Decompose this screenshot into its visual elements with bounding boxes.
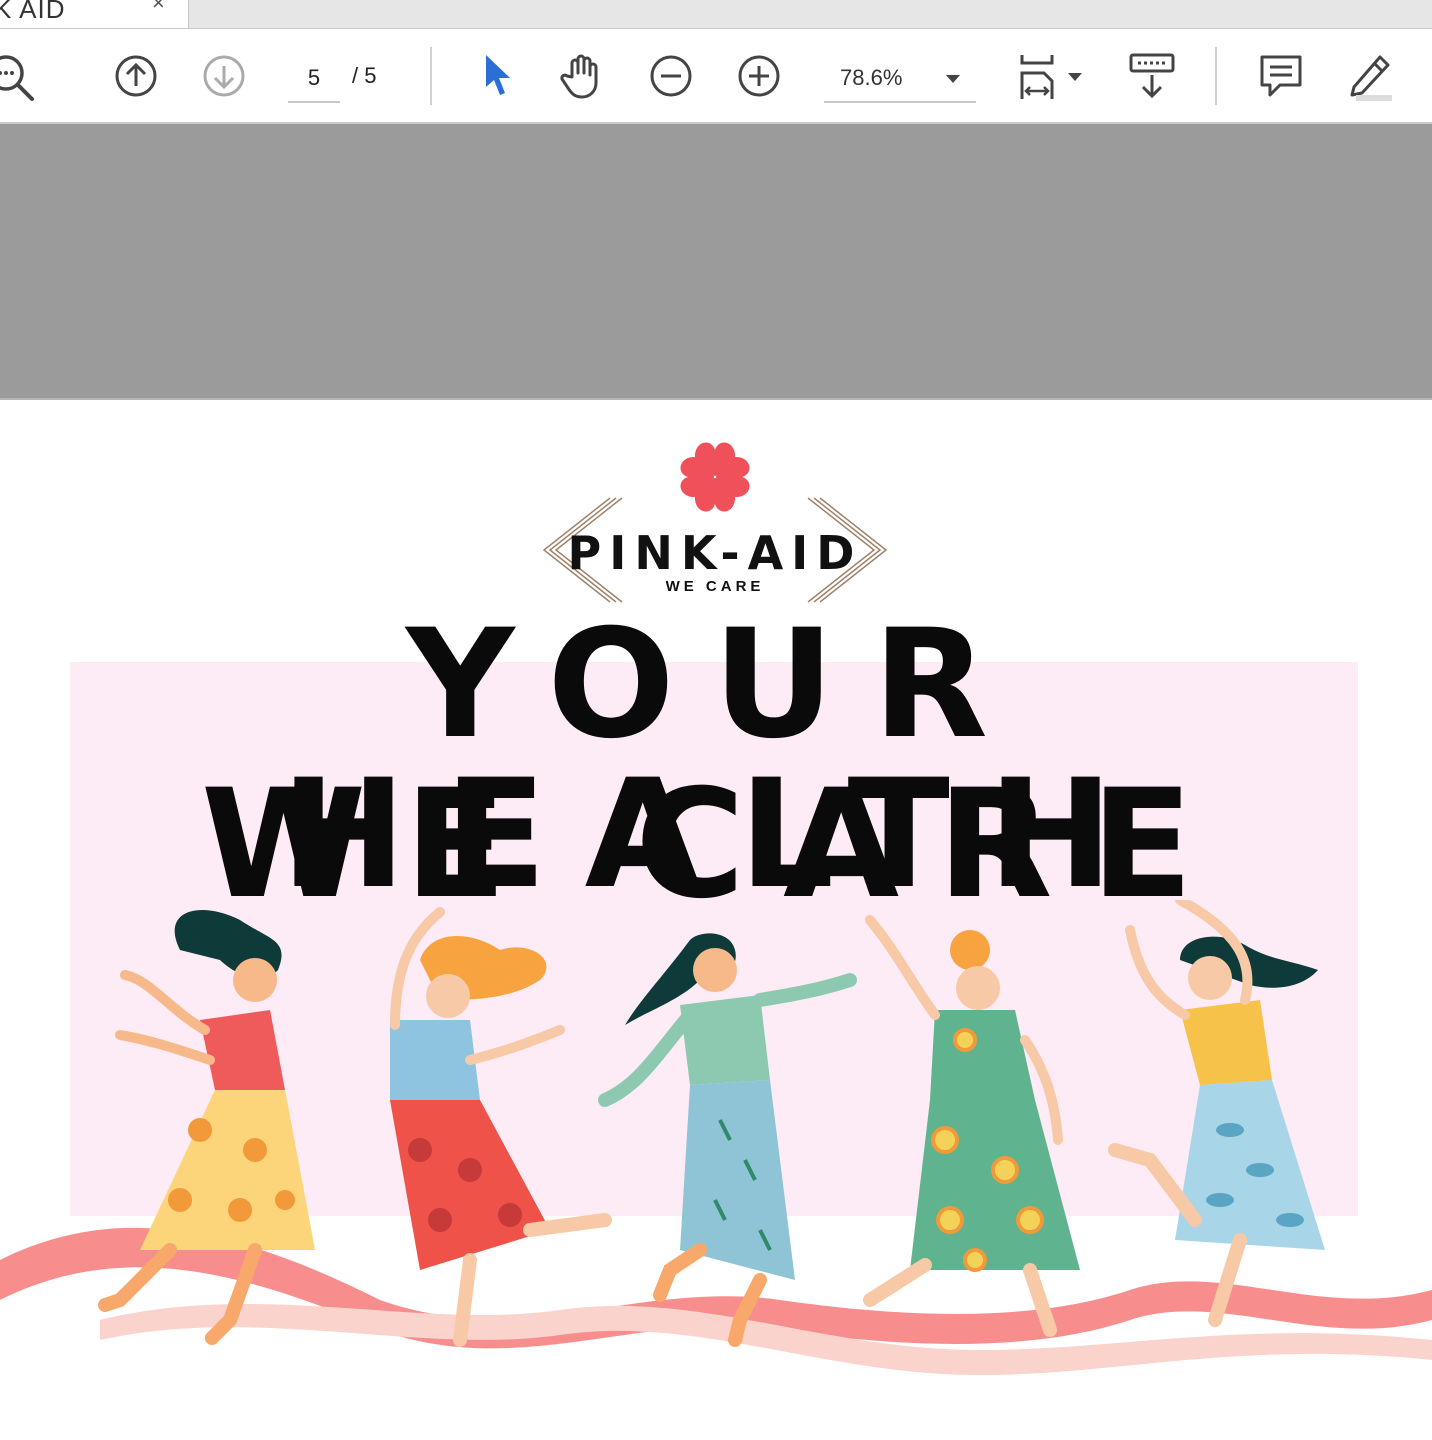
select-arrow-icon[interactable] (482, 53, 514, 99)
page-total: / 5 (352, 63, 377, 88)
toolbar-divider (430, 47, 432, 105)
arrow-up-icon[interactable] (114, 54, 158, 98)
fit-page-icon[interactable] (1018, 51, 1088, 103)
tab-close-icon[interactable]: × (152, 0, 165, 16)
dancer-5 (1108, 900, 1325, 1327)
zoom-out-icon[interactable] (649, 54, 693, 98)
search-icon[interactable] (0, 51, 38, 103)
dancing-women-illustration (0, 900, 1432, 1375)
zoom-in-icon[interactable] (737, 54, 781, 98)
dancer-4 (863, 915, 1080, 1337)
tab-title: K AID (0, 0, 66, 24)
toolbar-divider (1215, 47, 1217, 105)
document-tab[interactable]: K AID × (0, 0, 189, 28)
page-number-input[interactable]: 5 (288, 59, 340, 103)
logo-tagline: WE CARE (665, 578, 765, 595)
dancer-2 (390, 907, 612, 1347)
chevron-down-icon (946, 75, 960, 83)
document-page: PINK-AID WE CARE YOUR HEALTH WE CARE (0, 400, 1432, 1440)
highlight-pen-icon[interactable] (1344, 49, 1396, 101)
zoom-value: 78.6% (840, 65, 903, 90)
toolbar: 5 / 5 78.6% (0, 29, 1432, 124)
comment-icon[interactable] (1258, 53, 1304, 99)
scroll-mode-icon[interactable] (1128, 51, 1176, 101)
page-gap (0, 124, 1432, 400)
zoom-select[interactable]: 78.6% (824, 57, 976, 103)
arrow-down-icon[interactable] (202, 54, 246, 98)
logo-name: PINK-AID (567, 526, 863, 580)
tab-bar: K AID × (0, 0, 1432, 29)
dancer-3 (598, 933, 857, 1347)
headline-line-2: WE CARE (200, 758, 1232, 932)
hand-icon[interactable] (560, 51, 608, 101)
